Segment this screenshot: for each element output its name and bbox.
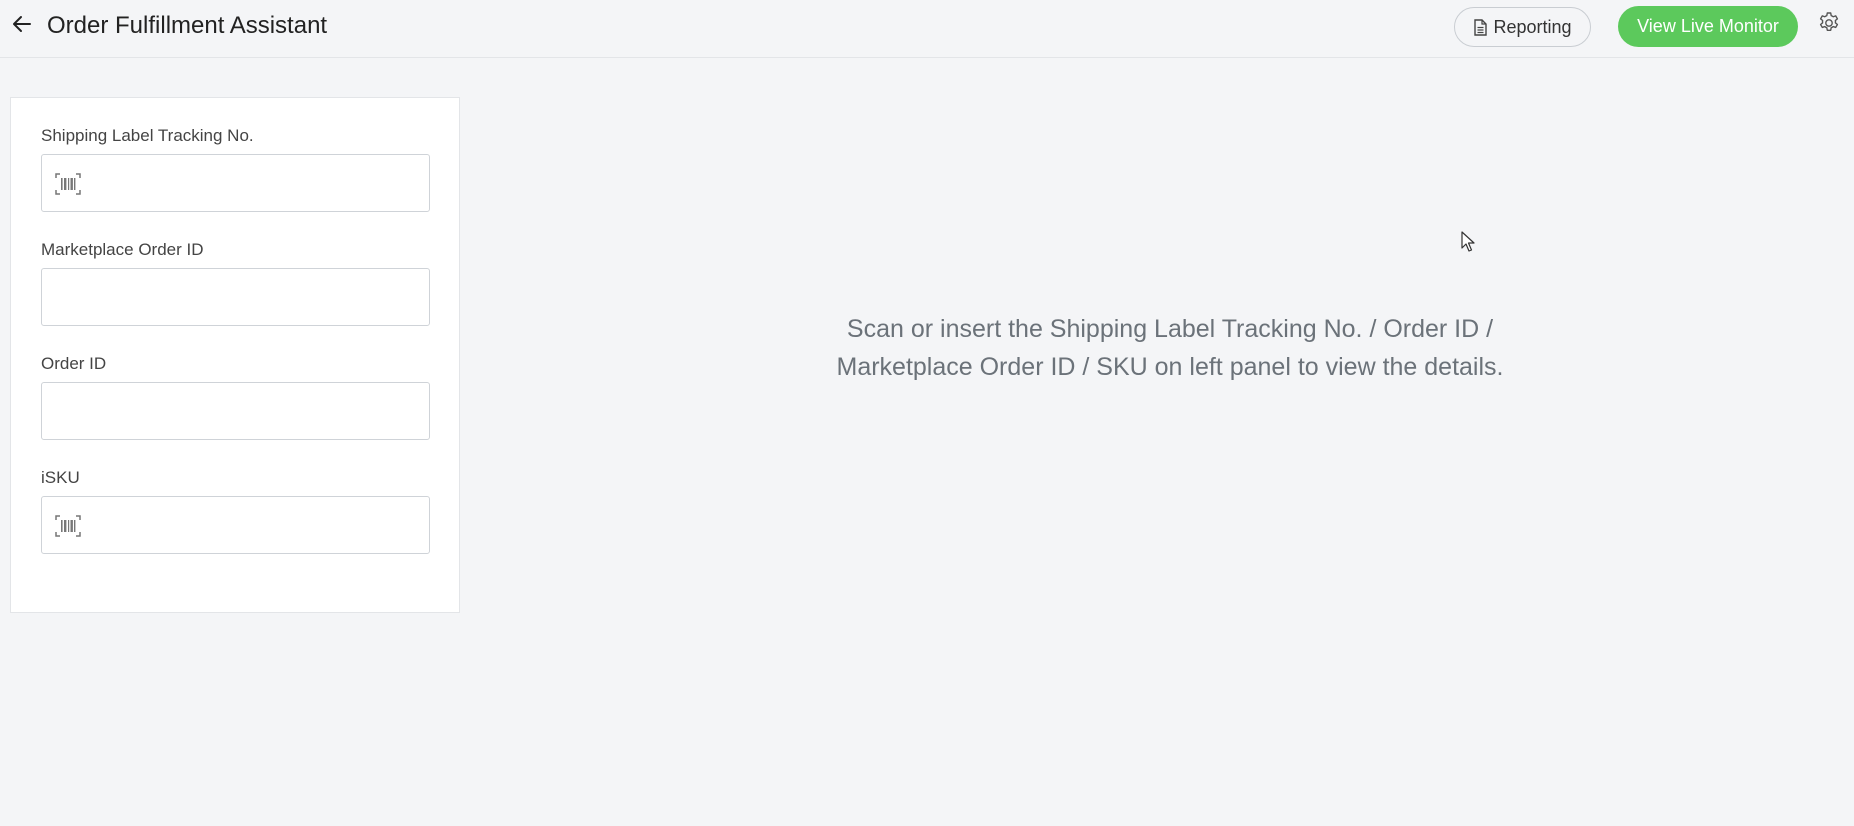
tracking-number-field[interactable] <box>41 154 430 212</box>
order-id-input[interactable] <box>42 383 429 439</box>
empty-state-line-2: Marketplace Order ID / SKU on left panel… <box>836 353 1504 381</box>
order-id-field[interactable] <box>41 382 430 440</box>
arrow-left-icon <box>13 16 31 32</box>
order-id-label: Order ID <box>41 354 107 373</box>
search-panel: Shipping Label Tracking No. Marketplace … <box>10 97 460 613</box>
mouse-cursor-icon <box>1461 231 1475 252</box>
top-bar: Order Fulfillment Assistant Reporting Vi… <box>0 0 1854 58</box>
back-button[interactable] <box>10 12 34 36</box>
isku-field[interactable] <box>41 496 430 554</box>
tracking-number-label: Shipping Label Tracking No. <box>41 126 254 145</box>
marketplace-order-id-label: Marketplace Order ID <box>41 240 204 259</box>
marketplace-order-id-field[interactable] <box>41 268 430 326</box>
empty-state-line-1: Scan or insert the Shipping Label Tracki… <box>846 315 1494 343</box>
settings-button[interactable] <box>1816 10 1842 36</box>
marketplace-order-id-input[interactable] <box>42 269 429 325</box>
reporting-label: Reporting <box>1493 16 1572 37</box>
tracking-number-input[interactable] <box>42 155 429 211</box>
document-icon <box>1474 18 1488 36</box>
isku-input[interactable] <box>42 497 429 553</box>
page-title: Order Fulfillment Assistant <box>47 12 328 39</box>
isku-label: iSKU <box>41 468 80 487</box>
empty-state-message: Scan or insert the Shipping Label Tracki… <box>720 310 1620 386</box>
view-live-monitor-button[interactable]: View Live Monitor <box>1618 6 1798 47</box>
reporting-button[interactable]: Reporting <box>1454 7 1591 47</box>
gear-icon <box>1819 12 1839 31</box>
